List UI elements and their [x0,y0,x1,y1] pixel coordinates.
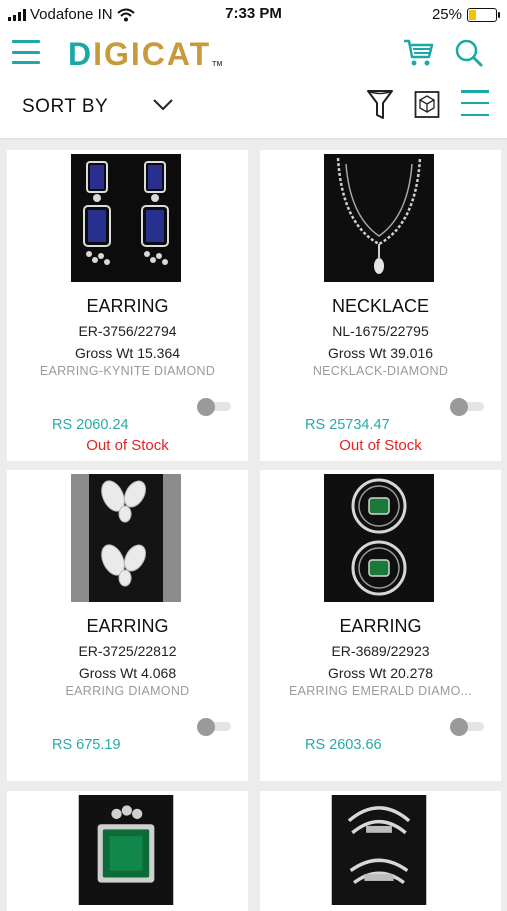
cart-icon[interactable] [402,38,434,68]
product-description: EARRING-KYNITE DIAMOND [39,364,216,378]
product-image [324,474,434,602]
product-type: EARRING [86,616,169,636]
stock-status: Out of Stock [339,437,422,454]
product-type: EARRING [339,616,422,636]
status-bar: Vodafone IN 7:33 PM 25% [0,0,507,28]
product-toggle[interactable] [450,398,486,416]
product-description: EARRING DIAMOND [65,684,190,698]
stock-status: Out of Stock [86,437,169,454]
product-gross-weight: Gross Wt 15.364 [74,345,181,361]
box-icon[interactable] [414,90,440,120]
product-card[interactable]: EARRING ER-3725/22812 Gross Wt 4.068 EAR… [7,470,248,781]
clock: 7:33 PM [225,5,282,22]
product-image [324,154,434,282]
digicat-logo: D IGICAT TM [68,35,223,72]
product-gross-weight: Gross Wt 4.068 [78,665,177,681]
product-image [71,474,181,602]
battery-icon [467,7,500,22]
product-toggle[interactable] [197,718,233,736]
filter-icon[interactable] [366,88,394,122]
product-type: EARRING [86,296,169,316]
product-image [78,795,174,905]
sort-by-label[interactable]: SORT BY [22,96,108,118]
product-card[interactable]: NECKLACE NL-1675/22795 Gross Wt 39.016 N… [260,150,501,461]
product-price: RS 25734.47 [305,417,390,433]
product-price: RS 2603.66 [305,737,382,753]
product-image [71,154,181,282]
product-gross-weight: Gross Wt 20.278 [327,665,434,681]
product-price: RS 2060.24 [52,417,129,433]
product-code: ER-3756/22794 [78,323,177,339]
battery-percent: 25% [431,6,462,23]
search-icon[interactable] [454,38,484,68]
product-description: NECKLACK-DIAMOND [312,364,449,378]
product-code: ER-3689/22923 [331,643,430,659]
list-view-icon[interactable] [461,88,489,118]
product-toggle[interactable] [197,398,233,416]
product-code: NL-1675/22795 [332,323,429,339]
product-description: EARRING EMERALD DIAMO... [289,684,472,698]
product-card[interactable] [7,791,248,911]
product-card[interactable]: EARRING ER-3689/22923 Gross Wt 20.278 EA… [260,470,501,781]
product-image [331,795,427,905]
product-price: RS 675.19 [52,737,121,753]
sort-bar: SORT BY [0,80,507,138]
product-gross-weight: Gross Wt 39.016 [327,345,434,361]
menu-icon[interactable] [12,40,40,64]
product-toggle[interactable] [450,718,486,736]
product-card[interactable]: EARRING ER-3756/22794 Gross Wt 15.364 EA… [7,150,248,461]
app-header: D IGICAT TM [0,28,507,80]
product-code: ER-3725/22812 [78,643,177,659]
chevron-down-icon[interactable] [152,96,174,112]
product-type: NECKLACE [331,296,430,316]
product-card[interactable] [260,791,501,911]
